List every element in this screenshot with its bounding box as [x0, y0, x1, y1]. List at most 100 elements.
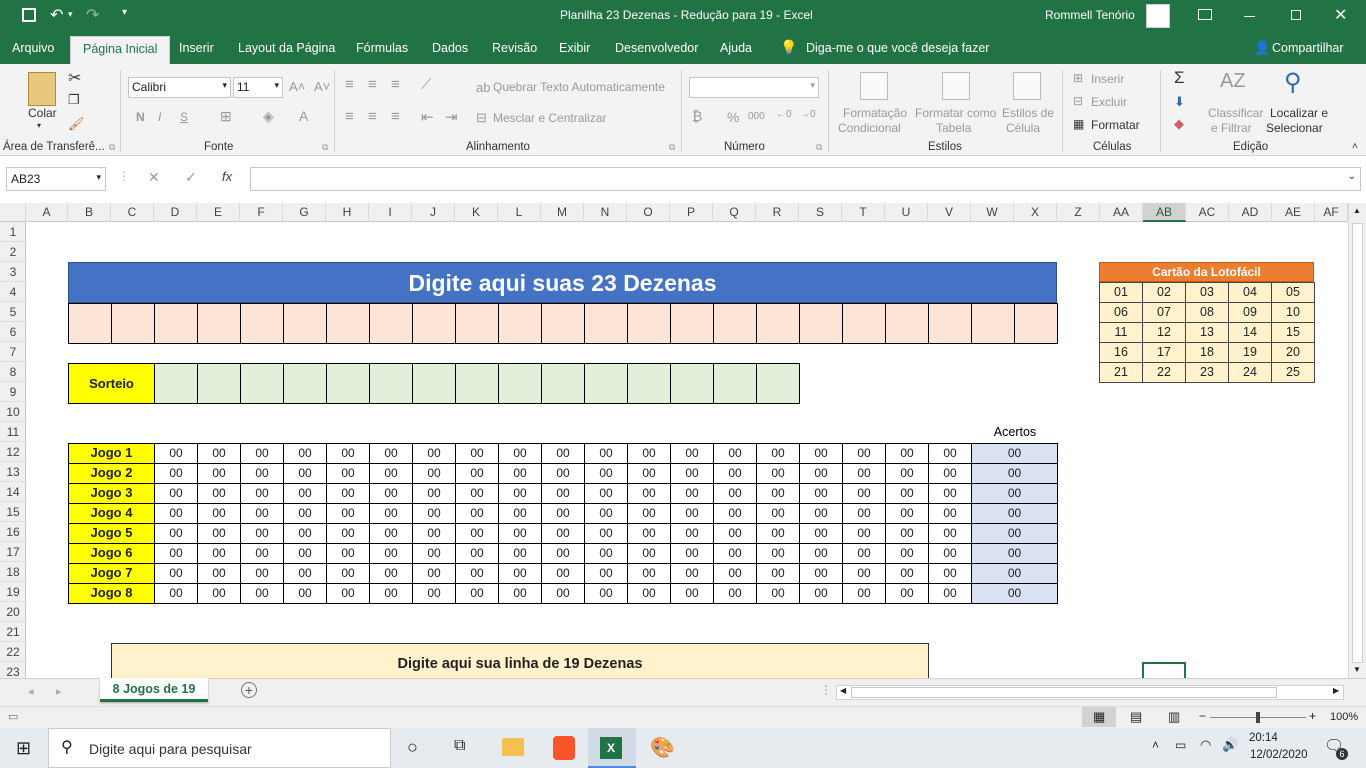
paste-icon[interactable] [28, 72, 56, 106]
game-number-cell[interactable]: 00 [412, 483, 456, 504]
column-header[interactable]: M [541, 203, 584, 222]
game-number-cell[interactable]: 00 [455, 563, 499, 584]
game-number-cell[interactable]: 00 [799, 583, 843, 604]
card-number-cell[interactable]: 06 [1099, 302, 1143, 323]
fill-icon[interactable]: ⬇ [1174, 94, 1185, 110]
input-23-cell[interactable] [1014, 303, 1058, 344]
card-number-cell[interactable]: 21 [1099, 362, 1143, 383]
card-number-cell[interactable]: 01 [1099, 282, 1143, 303]
game-hits-cell[interactable]: 00 [971, 563, 1058, 584]
delete-cells-icon[interactable]: ⊟ [1073, 94, 1083, 108]
sorteio-cell[interactable] [283, 363, 327, 404]
undo-icon[interactable]: ↶ [50, 5, 63, 25]
percent-button[interactable]: % [727, 109, 739, 125]
game-number-cell[interactable]: 00 [842, 543, 886, 564]
game-number-cell[interactable]: 00 [240, 483, 284, 504]
zoom-out-icon[interactable]: − [1199, 709, 1206, 723]
taskbar-search[interactable]: ⚲ Digite aqui para pesquisar [48, 728, 391, 768]
sheet-tab-active[interactable]: 8 Jogos de 19 [100, 678, 208, 702]
column-header[interactable]: AF [1315, 203, 1348, 222]
column-header[interactable]: Q [713, 203, 756, 222]
game-label-cell[interactable]: Jogo 8 [68, 583, 155, 604]
game-number-cell[interactable]: 00 [670, 583, 714, 604]
game-number-cell[interactable]: 00 [412, 563, 456, 584]
game-number-cell[interactable]: 00 [326, 443, 370, 464]
sorteio-cell[interactable] [154, 363, 198, 404]
game-number-cell[interactable]: 00 [154, 483, 198, 504]
game-number-cell[interactable]: 00 [756, 563, 800, 584]
input-23-cell[interactable] [111, 303, 155, 344]
input-23-cell[interactable] [842, 303, 886, 344]
vertical-scrollbar[interactable]: ▲ ▼ [1348, 203, 1366, 678]
sorteio-cell[interactable] [369, 363, 413, 404]
card-number-cell[interactable]: 08 [1185, 302, 1229, 323]
find-icon[interactable]: ⚲ [1284, 68, 1302, 97]
conditional-format-icon[interactable] [860, 72, 888, 100]
horizontal-scrollbar[interactable]: ◀ ▶ [836, 685, 1344, 700]
input-23-cell[interactable] [670, 303, 714, 344]
column-header[interactable]: P [670, 203, 713, 222]
game-number-cell[interactable]: 00 [670, 503, 714, 524]
column-header[interactable]: R [756, 203, 799, 222]
avatar[interactable] [1146, 4, 1170, 28]
row-header[interactable]: 1 [0, 222, 26, 242]
bold-button[interactable]: N [136, 110, 145, 124]
tab-exibir[interactable]: Exibir [559, 41, 590, 55]
game-number-cell[interactable]: 00 [584, 463, 628, 484]
game-number-cell[interactable]: 00 [584, 443, 628, 464]
card-number-cell[interactable]: 10 [1271, 302, 1315, 323]
increase-decimal-icon[interactable]: ←0 [776, 109, 792, 120]
game-number-cell[interactable]: 00 [541, 483, 585, 504]
game-number-cell[interactable]: 00 [154, 503, 198, 524]
game-number-cell[interactable]: 00 [455, 523, 499, 544]
column-header[interactable]: Z [1057, 203, 1100, 222]
conditional-format-label-1[interactable]: Formatação [843, 106, 907, 120]
game-number-cell[interactable]: 00 [369, 523, 413, 544]
row-header[interactable]: 15 [0, 502, 26, 522]
expand-formula-icon[interactable]: ⌄ [1348, 171, 1356, 182]
game-hits-cell[interactable]: 00 [971, 443, 1058, 464]
row-header[interactable]: 2 [0, 242, 26, 262]
game-number-cell[interactable]: 00 [154, 463, 198, 484]
game-number-cell[interactable]: 00 [369, 563, 413, 584]
scroll-down-icon[interactable]: ▼ [1353, 665, 1361, 674]
game-number-cell[interactable]: 00 [584, 503, 628, 524]
game-number-cell[interactable]: 00 [498, 583, 542, 604]
card-number-cell[interactable]: 02 [1142, 282, 1186, 303]
game-number-cell[interactable]: 00 [885, 543, 929, 564]
game-number-cell[interactable]: 00 [197, 443, 241, 464]
card-number-cell[interactable]: 22 [1142, 362, 1186, 383]
wrap-text-button[interactable]: Quebrar Texto Automaticamente [493, 80, 665, 94]
game-number-cell[interactable]: 00 [842, 463, 886, 484]
alignment-launcher-icon[interactable]: ⧉ [669, 142, 675, 153]
game-number-cell[interactable]: 00 [283, 463, 327, 484]
game-number-cell[interactable]: 00 [670, 463, 714, 484]
format-table-icon[interactable] [942, 72, 970, 100]
game-hits-cell[interactable]: 00 [971, 543, 1058, 564]
column-header[interactable]: T [842, 203, 885, 222]
game-hits-cell[interactable]: 00 [971, 483, 1058, 504]
column-header[interactable]: B [68, 203, 111, 222]
align-center-icon[interactable]: ≡ [368, 108, 377, 125]
game-number-cell[interactable]: 00 [928, 523, 972, 544]
font-name-select[interactable]: Calibri ▾ [128, 77, 231, 98]
sorteio-cell[interactable] [455, 363, 499, 404]
game-number-cell[interactable]: 00 [240, 463, 284, 484]
row-header[interactable]: 4 [0, 282, 26, 302]
zoom-level[interactable]: 100% [1330, 711, 1358, 723]
game-number-cell[interactable]: 00 [756, 463, 800, 484]
game-number-cell[interactable]: 00 [326, 503, 370, 524]
game-number-cell[interactable]: 00 [713, 583, 757, 604]
row-header[interactable]: 12 [0, 442, 26, 462]
task-view-icon[interactable]: ⧉ [454, 737, 465, 755]
game-number-cell[interactable]: 00 [756, 583, 800, 604]
game-number-cell[interactable]: 00 [627, 563, 671, 584]
share-button[interactable]: Compartilhar [1272, 41, 1344, 55]
game-number-cell[interactable]: 00 [799, 543, 843, 564]
game-number-cell[interactable]: 00 [240, 563, 284, 584]
sorteio-cell[interactable] [541, 363, 585, 404]
game-number-cell[interactable]: 00 [670, 483, 714, 504]
sorteio-cell[interactable] [670, 363, 714, 404]
game-number-cell[interactable]: 00 [584, 543, 628, 564]
format-cells-icon[interactable]: ▦ [1073, 117, 1084, 131]
